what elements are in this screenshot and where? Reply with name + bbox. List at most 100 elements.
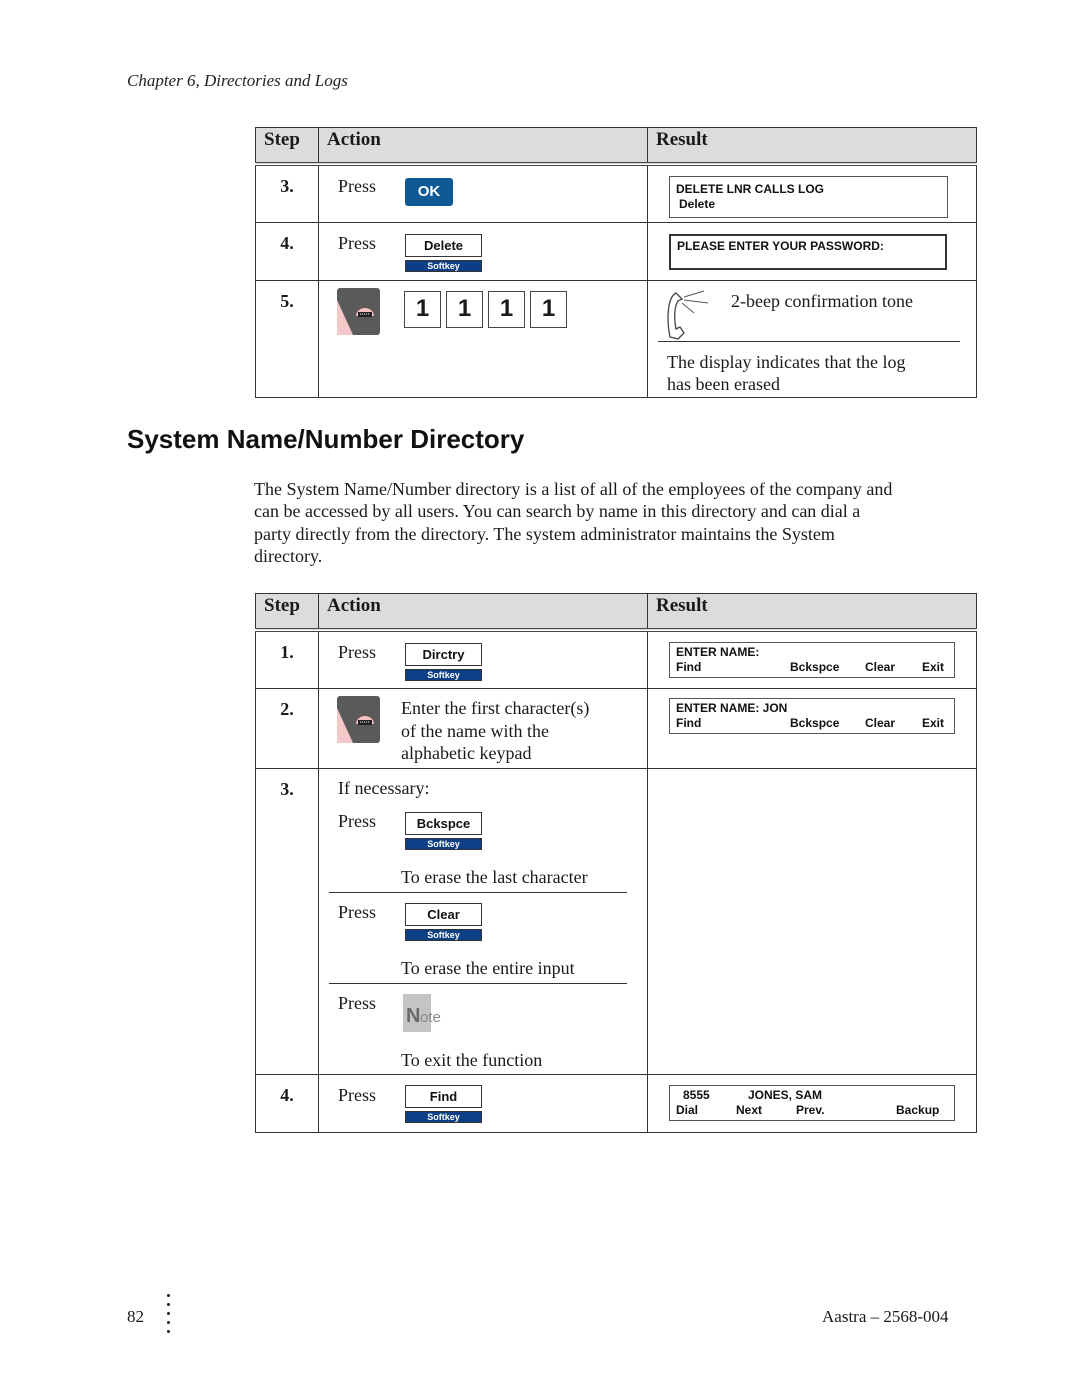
- display-extension-number: 8555: [683, 1087, 710, 1102]
- softkey-label: Bckspce: [405, 811, 482, 835]
- instruction-line: of the name with the: [401, 720, 549, 741]
- display-line: PLEASE ENTER YOUR PASSWORD:: [677, 238, 884, 253]
- instruction-line: alphabetic keypad: [401, 742, 532, 763]
- display-softkey-prev: Prev.: [796, 1102, 825, 1117]
- display-line: Delete: [679, 197, 716, 211]
- section-title: System Name/Number Directory: [127, 424, 525, 454]
- press-label: Press: [338, 810, 377, 831]
- action-cell: Press Find Softkey: [318, 1073, 648, 1133]
- display-screen: PLEASE ENTER YOUR PASSWORD:: [669, 233, 947, 270]
- display-softkey-bckspce: Bckspce: [790, 660, 840, 674]
- digit-key-1[interactable]: 1: [530, 290, 567, 328]
- header-result: Result: [647, 593, 977, 632]
- header-action: Action: [318, 593, 648, 632]
- table-row: 4. Press Delete Softkey PLEASE ENTER YOU…: [255, 221, 977, 281]
- action-cell: Press OK: [318, 163, 648, 223]
- intro-paragraph: The System Name/Number directory is a li…: [254, 478, 954, 568]
- display-softkey-find: Find: [676, 715, 702, 730]
- keypad-icon: [337, 695, 380, 743]
- table-header-row: Step Action Result: [255, 127, 977, 166]
- display-contact-name: JONES, SAM: [748, 1087, 823, 1102]
- display-softkey-bckspce: Bckspce: [790, 715, 840, 730]
- table-row: 3. If necessary: Press Bckspce Softkey T…: [255, 767, 977, 1075]
- substep-description: To erase the last character: [401, 866, 588, 887]
- result-cell: ENTER NAME: JON Find Bckspce Clear Exit: [647, 687, 977, 769]
- softkey-label: Delete: [405, 233, 482, 257]
- display-softkey-clear: Clear: [865, 715, 896, 730]
- intro-line: party directly from the directory. The s…: [254, 523, 835, 544]
- press-label: Press: [338, 642, 377, 662]
- step-number: 3.: [255, 163, 319, 223]
- footer-dot-rule: [167, 1294, 171, 1339]
- note-key-icon[interactable]: N ote: [403, 993, 447, 1032]
- softkey-tag: Softkey: [405, 259, 482, 272]
- softkey-tag: Softkey: [405, 928, 482, 941]
- softkey-label: Clear: [405, 902, 482, 926]
- softkey-tag: Softkey: [405, 837, 482, 850]
- action-cell: 1 1 1 1: [318, 279, 648, 398]
- find-softkey-button[interactable]: Find Softkey: [405, 1084, 482, 1123]
- softkey-tag: Softkey: [405, 1110, 482, 1123]
- display-softkey-backup: Backup: [896, 1102, 940, 1117]
- document-id: Aastra – 2568-004: [822, 1307, 949, 1326]
- display-softkey-exit: Exit: [922, 660, 945, 674]
- result-text-line: has been erased: [667, 373, 780, 394]
- digit-key-1[interactable]: 1: [446, 290, 483, 328]
- dirctry-softkey-button[interactable]: Dirctry Softkey: [405, 643, 482, 681]
- result-cell: 2-beep confirmation tone The display ind…: [647, 279, 977, 398]
- steps-table-delete-log: Step Action Result 3. Press OK DELETE LN…: [255, 127, 977, 398]
- press-label: Press: [338, 901, 377, 922]
- table-row: 2. Enter the first character(s) of the n…: [255, 687, 977, 769]
- keypad-icon: [337, 287, 380, 335]
- tone-description: 2-beep confirmation tone: [731, 290, 913, 311]
- result-cell: [647, 767, 977, 1075]
- table-row: 5. 1 1 1 1 2-beep confirmation tone The …: [255, 279, 977, 398]
- press-label: Press: [338, 176, 377, 196]
- bckspce-softkey-button[interactable]: Bckspce Softkey: [405, 811, 482, 850]
- ok-key-button[interactable]: OK: [405, 178, 453, 206]
- digit-key-1[interactable]: 1: [488, 290, 525, 328]
- step-number: 3.: [255, 767, 319, 1075]
- softkey-label: Dirctry: [405, 643, 482, 666]
- divider: [329, 982, 627, 984]
- substep-description: To exit the function: [401, 1049, 543, 1070]
- display-softkey-clear: Clear: [865, 660, 896, 674]
- display-line: DELETE LNR CALLS LOG: [676, 182, 824, 196]
- press-label: Press: [338, 992, 377, 1013]
- if-necessary-label: If necessary:: [338, 777, 430, 798]
- header-step: Step: [255, 593, 319, 632]
- clear-softkey-button[interactable]: Clear Softkey: [405, 902, 482, 941]
- press-label: Press: [338, 1084, 377, 1105]
- display-softkey-exit: Exit: [922, 715, 945, 730]
- steps-table-directory: Step Action Result 1. Press Dirctry Soft…: [255, 593, 977, 1133]
- result-text-line: The display indicates that the log: [667, 351, 906, 372]
- action-cell: Press Delete Softkey: [318, 221, 648, 281]
- result-cell: DELETE LNR CALLS LOG Delete: [647, 163, 977, 223]
- step-number: 2.: [255, 687, 319, 769]
- table-header-row: Step Action Result: [255, 593, 977, 632]
- display-line: ENTER NAME:: [676, 645, 760, 659]
- display-screen: ENTER NAME: Find Bckspce Clear Exit: [669, 642, 955, 678]
- note-key-label: N: [406, 1005, 420, 1027]
- press-label: Press: [338, 232, 377, 253]
- chapter-header: Chapter 6, Directories and Logs: [127, 71, 348, 90]
- softkey-tag: Softkey: [405, 669, 482, 681]
- page-number: 82: [127, 1307, 144, 1326]
- table-row: 3. Press OK DELETE LNR CALLS LOG Delete: [255, 163, 977, 223]
- divider: [658, 340, 960, 342]
- digit-key-1[interactable]: 1: [404, 290, 441, 328]
- result-cell: ENTER NAME: Find Bckspce Clear Exit: [647, 629, 977, 689]
- action-cell: Enter the first character(s) of the name…: [318, 687, 648, 769]
- result-cell: PLEASE ENTER YOUR PASSWORD:: [647, 221, 977, 281]
- action-cell: Press Dirctry Softkey: [318, 629, 648, 689]
- step-number: 4.: [255, 1073, 319, 1133]
- step-number: 5.: [255, 279, 319, 398]
- display-screen: DELETE LNR CALLS LOG Delete: [669, 176, 948, 218]
- delete-softkey-button[interactable]: Delete Softkey: [405, 233, 482, 272]
- result-cell: 8555 JONES, SAM Dial Next Prev. Backup: [647, 1073, 977, 1133]
- step-number: 1.: [255, 629, 319, 689]
- table-row: 1. Press Dirctry Softkey ENTER NAME: Fin…: [255, 629, 977, 689]
- display-screen: ENTER NAME: JON Find Bckspce Clear Exit: [669, 697, 955, 734]
- note-key-label-rest: ote: [420, 1009, 441, 1026]
- header-action: Action: [318, 127, 648, 166]
